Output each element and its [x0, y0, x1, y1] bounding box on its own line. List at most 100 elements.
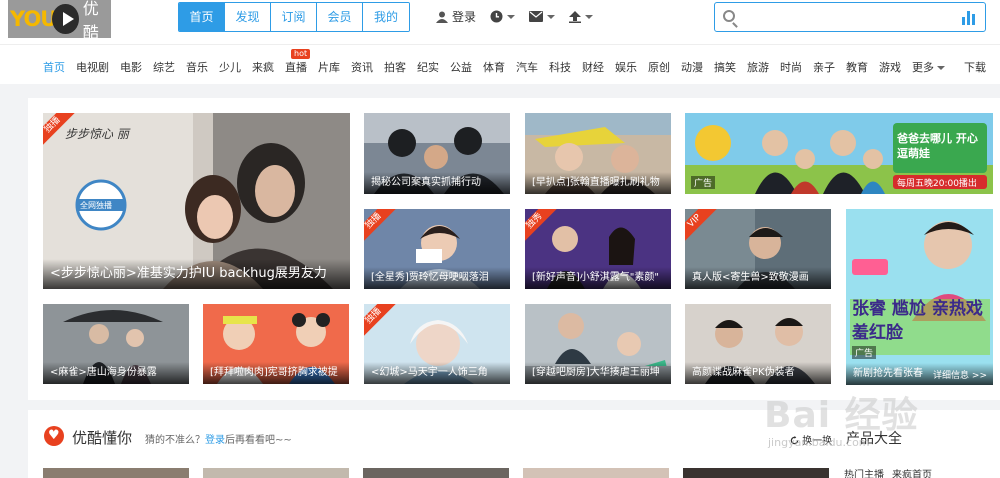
recommend-thumbnails: [43, 468, 829, 478]
video-card[interactable]: 高颜谍战麻雀PK伪装者: [685, 304, 831, 384]
refresh-icon: [790, 436, 799, 445]
ad-art-title: 爸爸去哪儿 开心逗萌娃: [897, 132, 978, 160]
category-item[interactable]: 动漫: [681, 59, 703, 75]
category-item[interactable]: 综艺: [153, 59, 175, 75]
detail-link[interactable]: 详细信息 >>: [933, 368, 987, 381]
chevron-down-icon: [507, 14, 516, 19]
mail-icon: [529, 11, 544, 22]
category-item[interactable]: 音乐: [186, 59, 208, 75]
video-card[interactable]: [穿越吧厨房]大华揍虐王丽坤: [525, 304, 671, 384]
video-card-hero[interactable]: 步步惊心 丽 全网独播 独播 <步步惊心丽>准基实力护IU backhug展男友…: [43, 113, 350, 289]
video-card[interactable]: 揭秘公司案真实抓捕行动: [364, 113, 510, 194]
more-dropdown[interactable]: 更多: [912, 59, 945, 75]
category-item[interactable]: 原创: [648, 59, 670, 75]
chevron-down-icon: [547, 14, 556, 19]
subtitle-prefix: 猜的不准么？: [145, 435, 205, 446]
category-item[interactable]: 电影: [120, 59, 142, 75]
category-item[interactable]: 科技: [549, 59, 571, 75]
upload-menu[interactable]: [569, 10, 594, 23]
chevron-down-icon: [585, 14, 594, 19]
category-item[interactable]: 少儿: [219, 59, 241, 75]
logo-latin: YOU: [10, 7, 57, 31]
video-card[interactable]: 独播 <幻城>马天宇一人饰三角: [364, 304, 510, 384]
download-link[interactable]: 下载: [964, 59, 986, 75]
tab-discover[interactable]: 发现: [225, 3, 271, 31]
video-caption: 揭秘公司案真实抓捕行动: [364, 172, 510, 194]
tab-member[interactable]: 会员: [317, 3, 363, 31]
message-menu[interactable]: [529, 11, 556, 22]
video-card[interactable]: 独秀 [新好声音]小舒淇露气"素颜": [525, 209, 671, 289]
featured-panel: 步步惊心 丽 全网独播 独播 <步步惊心丽>准基实力护IU backhug展男友…: [28, 98, 1000, 400]
hotlist-item[interactable]: 热门主播: [844, 466, 884, 478]
category-item[interactable]: 片库: [318, 59, 340, 75]
section-subtitle: 猜的不准么？登录后再看看吧~~: [145, 431, 292, 446]
login-button[interactable]: 登录: [436, 8, 476, 25]
ad-art-subtitle: 每周五晚20:00播出: [897, 179, 977, 189]
thumbnail-strip[interactable]: [523, 468, 669, 478]
upload-icon: [569, 10, 582, 23]
video-card[interactable]: [拜拜啦肉肉]宪哥挤胸求被提: [203, 304, 349, 384]
category-item[interactable]: 旅游: [747, 59, 769, 75]
category-item[interactable]: 首页: [43, 59, 65, 75]
search-input[interactable]: [743, 7, 953, 27]
ranking-chart-icon[interactable]: [962, 11, 975, 25]
clock-icon: [490, 10, 503, 23]
refresh-label: 换一换: [802, 436, 833, 447]
product-all-title[interactable]: 产品大全: [846, 428, 902, 448]
category-item[interactable]: 电视剧: [76, 59, 109, 75]
category-item[interactable]: 财经: [582, 59, 604, 75]
thumbnail-strip[interactable]: [203, 468, 349, 478]
video-card[interactable]: VIP 真人版<寄生兽>致敬漫画: [685, 209, 831, 289]
thumbnail-strip[interactable]: [683, 468, 829, 478]
category-item[interactable]: 游戏: [879, 59, 901, 75]
hot-badge: hot: [291, 49, 311, 59]
tab-home[interactable]: 首页: [179, 3, 225, 31]
logo-cn: 优酷: [82, 0, 99, 42]
video-caption: <幻城>马天宇一人饰三角: [364, 362, 510, 384]
video-caption: [全星秀]贾玲忆母哽咽落泪: [364, 267, 510, 289]
video-caption: [拜拜啦肉肉]宪哥挤胸求被提: [203, 362, 349, 384]
category-item[interactable]: 体育: [483, 59, 505, 75]
login-link[interactable]: 登录: [205, 435, 225, 446]
tab-subscribe[interactable]: 订阅: [271, 3, 317, 31]
video-card-ad[interactable]: 张睿 尴尬 亲热戏 羞红脸 广告 新剧抢先看张春 详细信息 >>: [846, 209, 993, 385]
category-item[interactable]: 娱乐: [615, 59, 637, 75]
search-box: [714, 2, 986, 32]
category-item[interactable]: 亲子: [813, 59, 835, 75]
ad-badge: 广告: [691, 176, 716, 189]
poster-title-art: 步步惊心 丽: [65, 127, 129, 141]
video-caption: [穿越吧厨房]大华揍虐王丽坤: [525, 362, 671, 384]
category-item[interactable]: 汽车: [516, 59, 538, 75]
heart-icon: [44, 426, 64, 446]
thumbnail-strip[interactable]: [43, 468, 189, 478]
category-item[interactable]: 来疯: [252, 59, 274, 75]
video-card-ad[interactable]: 爸爸去哪儿 开心逗萌娃 每周五晚20:00播出 广告: [685, 113, 993, 194]
user-icon: [436, 11, 448, 23]
video-card[interactable]: 独播 [全星秀]贾玲忆母哽咽落泪: [364, 209, 510, 289]
tab-mine[interactable]: 我的: [363, 3, 409, 31]
hotlist-item[interactable]: 来疯首页: [892, 466, 932, 478]
video-card[interactable]: [早扒点]张翰直播曝扎刷礼物: [525, 113, 671, 194]
video-caption: <步步惊心丽>准基实力护IU backhug展男友力: [43, 259, 350, 289]
video-caption: <麻雀>唐山海身份暴露: [43, 362, 189, 384]
login-label: 登录: [452, 10, 477, 24]
category-item[interactable]: 搞笑: [714, 59, 736, 75]
thumbnail-strip[interactable]: [363, 468, 509, 478]
ad-badge: 广告: [852, 346, 877, 359]
history-menu[interactable]: [490, 10, 516, 23]
refresh-button[interactable]: 换一换: [790, 432, 832, 447]
search-icon[interactable]: [723, 10, 735, 22]
category-item[interactable]: 公益: [450, 59, 472, 75]
category-item[interactable]: 拍客: [384, 59, 406, 75]
product-hotlist: 热门主播 来疯首页: [844, 466, 932, 478]
category-item[interactable]: 时尚: [780, 59, 802, 75]
video-caption: [新好声音]小舒淇露气"素颜": [525, 267, 671, 289]
video-card[interactable]: <麻雀>唐山海身份暴露: [43, 304, 189, 384]
youku-logo[interactable]: YOU 优酷: [8, 0, 111, 42]
section-title: 优酷懂你: [72, 429, 133, 447]
category-item[interactable]: 纪实: [417, 59, 439, 75]
video-caption: 高颜谍战麻雀PK伪装者: [685, 362, 831, 384]
category-item[interactable]: 直播 hot: [285, 49, 311, 75]
category-item[interactable]: 资讯: [351, 59, 373, 75]
category-item[interactable]: 教育: [846, 59, 868, 75]
